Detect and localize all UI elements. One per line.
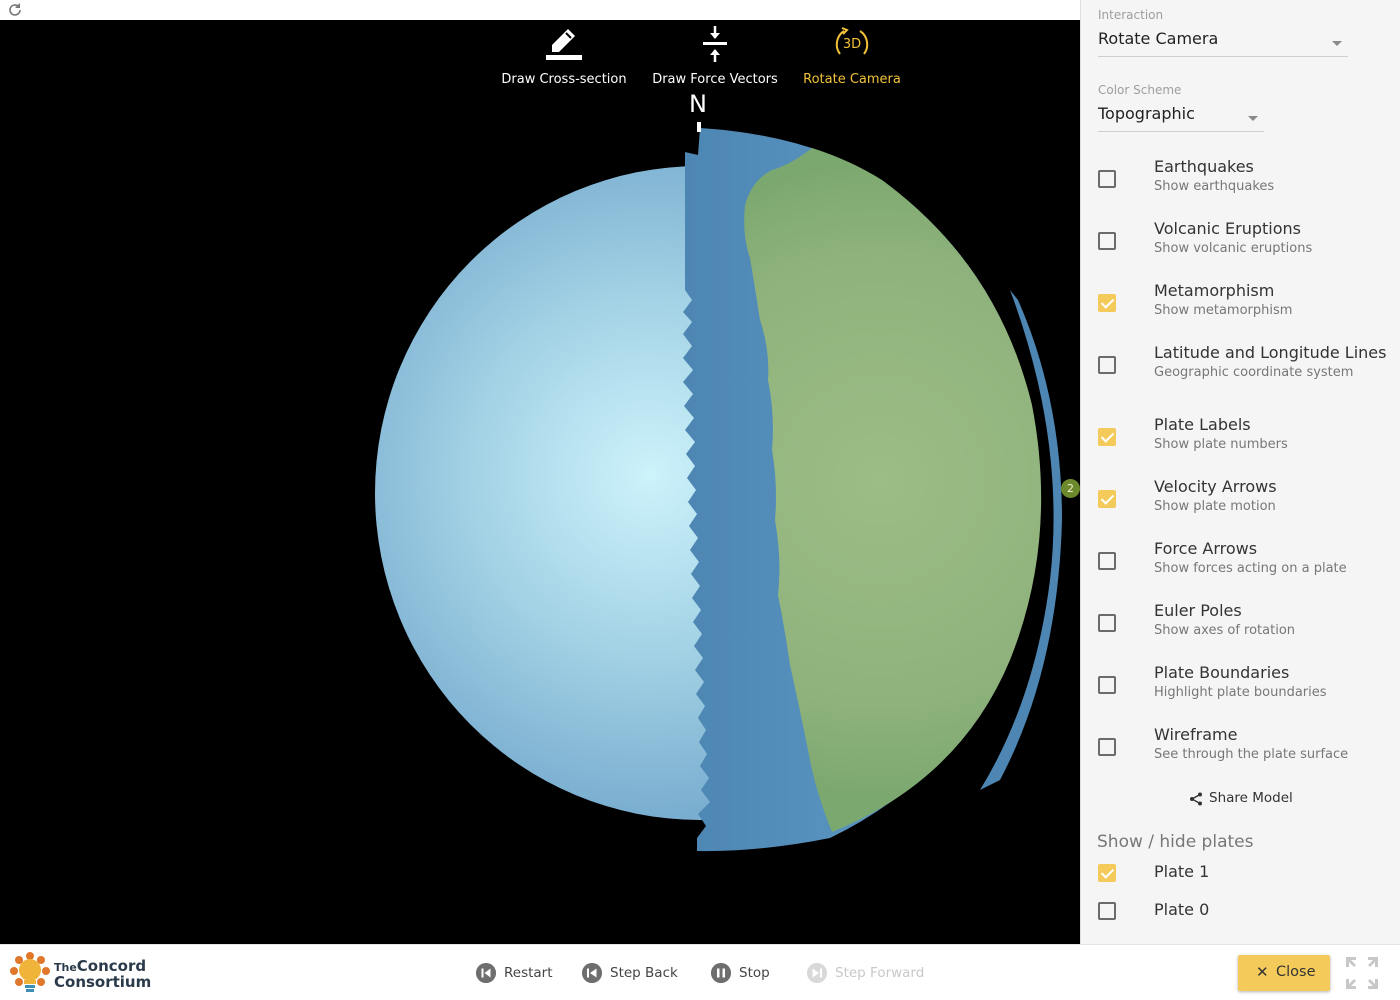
rotate-3d-icon: 3D <box>835 27 869 55</box>
option-title: Plate Boundaries <box>1154 663 1290 682</box>
color-scheme-select[interactable]: Topographic <box>1098 104 1264 132</box>
option-subtitle: Show volcanic eruptions <box>1154 241 1313 256</box>
option-subtitle: Show axes of rotation <box>1154 623 1296 638</box>
option-title: Plate Labels <box>1154 415 1251 434</box>
option-earthquakes[interactable]: Earthquakes Show earthquakes <box>1081 157 1400 213</box>
velocity-arrows-checkbox[interactable] <box>1098 490 1116 508</box>
fullscreen-icon[interactable] <box>1344 955 1380 991</box>
step-back-label: Step Back <box>610 965 678 981</box>
lightbulb-logo-icon <box>10 952 50 992</box>
option-subtitle: Show plate motion <box>1154 499 1276 514</box>
show-hide-plates-heading: Show / hide plates <box>1097 832 1254 852</box>
concord-consortium-logo[interactable]: TheConcord Consortium <box>8 950 168 996</box>
rotate-camera-button[interactable]: 3D Rotate Camera <box>800 24 904 87</box>
compress-arrows-icon <box>703 26 727 62</box>
wireframe-checkbox[interactable] <box>1098 738 1116 756</box>
chevron-down-icon <box>1248 116 1258 121</box>
close-button[interactable]: ✕ Close <box>1238 955 1330 991</box>
step-back-icon <box>582 963 602 983</box>
pencil-icon <box>546 29 582 60</box>
metamorphism-checkbox[interactable] <box>1098 294 1116 312</box>
option-wireframe[interactable]: Wireframe See through the plate surface <box>1081 725 1400 781</box>
interaction-select[interactable]: Rotate Camera <box>1098 29 1348 57</box>
draw-force-vectors-button[interactable]: Draw Force Vectors <box>648 24 782 87</box>
option-subtitle: Show earthquakes <box>1154 179 1275 194</box>
option-subtitle: Show plate numbers <box>1154 437 1288 452</box>
restart-label: Restart <box>504 965 553 981</box>
plate-labels-checkbox[interactable] <box>1098 428 1116 446</box>
interaction-toolbar: Draw Cross-section Draw Force Vectors 3D… <box>0 24 1080 96</box>
volcanic-eruptions-checkbox[interactable] <box>1098 232 1116 250</box>
bottom-bar: TheConcord Consortium Restart Step Back <box>0 944 1400 1000</box>
lat-long-lines-checkbox[interactable] <box>1098 356 1116 374</box>
option-title: Euler Poles <box>1154 601 1242 620</box>
option-subtitle: Highlight plate boundaries <box>1154 685 1327 700</box>
option-plate-boundaries[interactable]: Plate Boundaries Highlight plate boundar… <box>1081 663 1400 719</box>
option-subtitle: Show metamorphism <box>1154 303 1293 318</box>
rotate-camera-label: Rotate Camera <box>803 72 901 87</box>
reload-icon[interactable] <box>7 2 23 18</box>
option-subtitle: Show forces acting on a plate <box>1154 561 1347 576</box>
interaction-label: Interaction <box>1098 8 1164 22</box>
earthquakes-checkbox[interactable] <box>1098 170 1116 188</box>
option-force-arrows[interactable]: Force Arrows Show forces acting on a pla… <box>1081 539 1400 595</box>
rotate-3d-icon-text: 3D <box>843 37 861 52</box>
option-title: Volcanic Eruptions <box>1154 219 1301 238</box>
chevron-down-icon <box>1332 41 1342 46</box>
color-scheme-value: Topographic <box>1098 104 1195 123</box>
option-euler-poles[interactable]: Euler Poles Show axes of rotation <box>1081 601 1400 657</box>
plate-toggle-1[interactable]: Plate 1 <box>1081 860 1400 888</box>
draw-cross-section-button[interactable]: Draw Cross-section <box>496 24 632 87</box>
close-icon: ✕ <box>1256 963 1269 981</box>
option-volcanic-eruptions[interactable]: Volcanic Eruptions Show volcanic eruptio… <box>1081 219 1400 275</box>
option-subtitle: Geographic coordinate system <box>1154 365 1354 380</box>
option-title: Force Arrows <box>1154 539 1258 558</box>
option-plate-labels[interactable]: Plate Labels Show plate numbers <box>1081 415 1400 471</box>
option-title: Metamorphism <box>1154 281 1275 300</box>
draw-force-vectors-label: Draw Force Vectors <box>652 72 778 87</box>
plate-tectonics-app: Draw Cross-section Draw Force Vectors 3D… <box>0 0 1400 1000</box>
close-label: Close <box>1276 964 1316 980</box>
plate-name: Plate 1 <box>1154 862 1210 881</box>
globe-view[interactable]: Draw Cross-section Draw Force Vectors 3D… <box>0 20 1080 944</box>
interaction-value: Rotate Camera <box>1098 29 1219 48</box>
logo-text: TheConcord Consortium <box>54 959 151 990</box>
settings-panel: Interaction Rotate Camera Color Scheme T… <box>1080 0 1400 944</box>
pause-icon <box>711 963 731 983</box>
share-icon <box>1190 792 1202 806</box>
step-forward-label: Step Forward <box>835 965 925 981</box>
draw-cross-section-label: Draw Cross-section <box>501 72 627 87</box>
plate-1-checkbox[interactable] <box>1098 864 1116 882</box>
option-subtitle: See through the plate surface <box>1154 747 1349 762</box>
plate-name: Plate 0 <box>1154 900 1210 919</box>
plate-number-label: 2 <box>1061 479 1080 498</box>
plate-toggle-0[interactable]: Plate 0 <box>1081 898 1400 926</box>
option-title: Velocity Arrows <box>1154 477 1277 496</box>
plate-boundaries-checkbox[interactable] <box>1098 676 1116 694</box>
north-pole-marker <box>697 122 701 132</box>
option-lat-long-lines[interactable]: Latitude and Longitude Lines Geographic … <box>1081 343 1400 399</box>
logo-consortium: Consortium <box>54 973 152 991</box>
step-forward-icon <box>807 963 827 983</box>
option-title: Wireframe <box>1154 725 1238 744</box>
color-scheme-label: Color Scheme <box>1098 83 1182 97</box>
restart-icon <box>476 963 496 983</box>
globe-render[interactable] <box>0 20 1080 944</box>
plate-0-checkbox[interactable] <box>1098 902 1116 920</box>
force-arrows-checkbox[interactable] <box>1098 552 1116 570</box>
stop-label: Stop <box>739 965 770 981</box>
share-model-label: Share Model <box>1209 790 1293 806</box>
option-metamorphism[interactable]: Metamorphism Show metamorphism <box>1081 281 1400 337</box>
option-title: Latitude and Longitude Lines <box>1154 343 1387 362</box>
option-title: Earthquakes <box>1154 157 1254 176</box>
option-velocity-arrows[interactable]: Velocity Arrows Show plate motion <box>1081 477 1400 533</box>
euler-poles-checkbox[interactable] <box>1098 614 1116 632</box>
top-strip <box>0 0 1080 20</box>
north-label: N <box>689 90 707 118</box>
